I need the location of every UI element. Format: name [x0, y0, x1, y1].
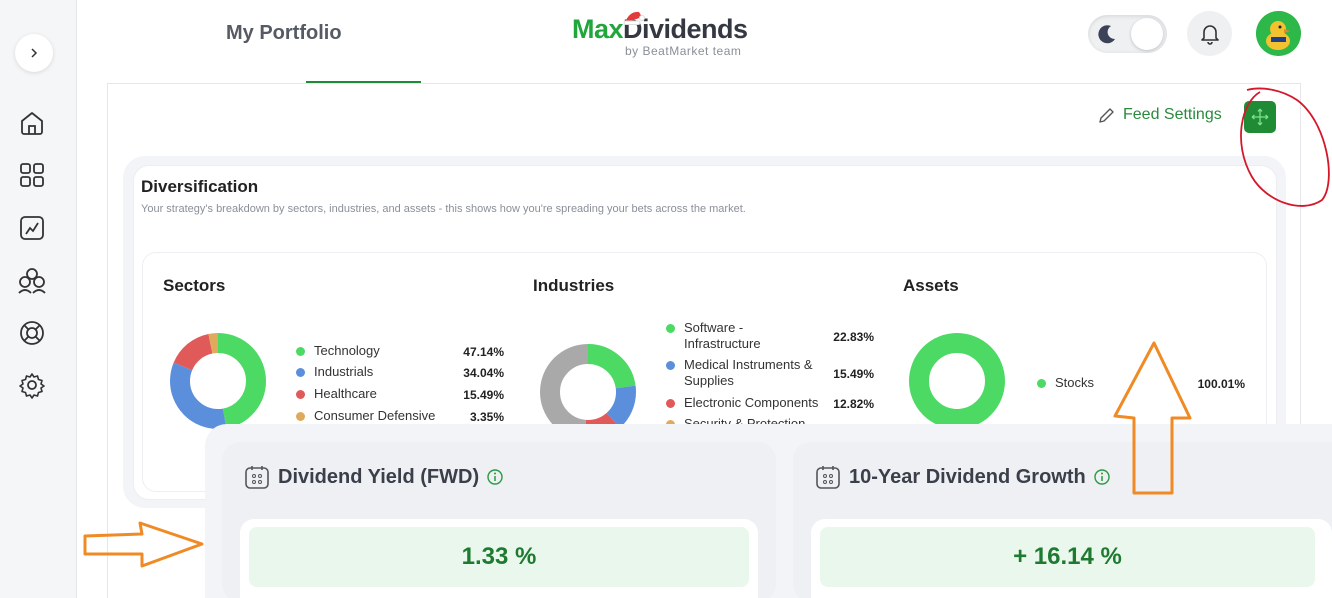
info-icon[interactable]: [487, 469, 503, 485]
sidebar-item-support[interactable]: [16, 317, 48, 349]
legend-dot: [666, 324, 675, 333]
feed-settings-label: Feed Settings: [1123, 106, 1222, 123]
legend-dot: [296, 412, 305, 421]
legend-dot: [296, 390, 305, 399]
legend-item: Industrials: [296, 364, 436, 379]
legend-value: 34.04%: [463, 366, 504, 380]
legend-item: Healthcare: [296, 386, 436, 401]
legend-item: Electronic Components: [666, 395, 826, 411]
legend-item: Technology: [296, 343, 436, 358]
dividend-yield-title: Dividend Yield (FWD): [244, 464, 503, 490]
theme-toggle[interactable]: [1088, 15, 1167, 53]
bell-icon: [1200, 24, 1219, 45]
santa-hat-icon: [623, 11, 645, 25]
dividend-growth-title: 10-Year Dividend Growth: [815, 464, 1110, 490]
dividend-growth-value: + 16.14 %: [820, 527, 1315, 587]
legend-item: Medical Instruments & Supplies: [666, 357, 816, 389]
home-icon: [21, 112, 43, 135]
duck-avatar-icon: [1256, 11, 1301, 56]
chevron-right-icon: [31, 48, 38, 58]
legend-value: 47.14%: [463, 345, 504, 359]
legend-dot: [296, 347, 305, 356]
legend-dot: [296, 368, 305, 377]
toggle-knob: [1131, 18, 1163, 50]
legend-dot: [666, 361, 675, 370]
legend-dot: [1037, 379, 1046, 388]
orange-arrow-up-annotation: [1113, 341, 1192, 495]
moon-icon: [1098, 25, 1115, 44]
support-icon: [20, 321, 44, 345]
logo[interactable]: MaxDividends by BeatMarket team: [572, 11, 748, 58]
legend-item: Consumer Defensive: [296, 408, 446, 423]
community-icon: [18, 268, 46, 294]
legend-value: 15.49%: [833, 367, 874, 381]
sidebar-item-dashboard[interactable]: [16, 159, 48, 191]
sectors-title: Sectors: [163, 276, 226, 295]
legend-value: 22.83%: [833, 330, 874, 344]
assets-donut-chart: [909, 333, 1005, 429]
industries-title: Industries: [533, 276, 615, 295]
sidebar-item-community[interactable]: [16, 264, 48, 296]
legend-item: Software - Infrastructure: [666, 320, 816, 352]
legend-dot: [666, 399, 675, 408]
donut-segment: [909, 333, 1005, 429]
calendar-icon: [816, 466, 840, 489]
sidebar-item-home[interactable]: [16, 107, 48, 139]
tab-my-portfolio[interactable]: My Portfolio: [226, 22, 342, 45]
grid-icon: [20, 163, 44, 187]
chart-icon: [20, 216, 44, 240]
expand-sidebar-button[interactable]: [15, 34, 53, 72]
calendar-icon: [245, 466, 269, 489]
sidebar-item-analytics[interactable]: [16, 212, 48, 244]
legend-value: 12.82%: [833, 397, 874, 411]
assets-title: Assets: [903, 276, 959, 295]
diversification-title: Diversification: [141, 177, 259, 196]
feed-settings-button[interactable]: Feed Settings: [1098, 106, 1222, 124]
sectors-donut-chart: [170, 333, 266, 429]
diversification-subtitle: Your strategy's breakdown by sectors, in…: [141, 203, 746, 215]
sidebar: [0, 0, 77, 598]
logo-text: MaxDividends: [572, 14, 748, 44]
legend-value: 15.49%: [463, 388, 504, 402]
settings-icon: [19, 373, 45, 399]
pencil-icon: [1099, 107, 1114, 123]
orange-arrow-right-annotation: [83, 521, 204, 568]
logo-subtitle: by BeatMarket team: [625, 44, 742, 58]
dividend-yield-value: 1.33 %: [249, 527, 749, 587]
notifications-button[interactable]: [1187, 11, 1232, 56]
legend-value: 3.35%: [469, 410, 504, 424]
red-circle-annotation: [1240, 87, 1330, 207]
sidebar-item-settings[interactable]: [16, 369, 48, 401]
info-icon[interactable]: [1094, 469, 1110, 485]
avatar[interactable]: [1256, 11, 1301, 56]
